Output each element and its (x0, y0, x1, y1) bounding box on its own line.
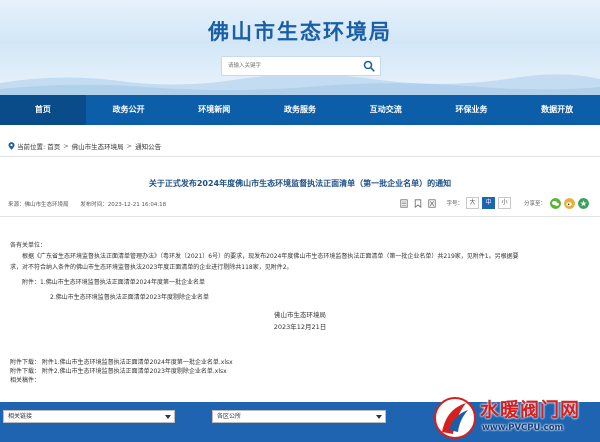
attachment-download-1[interactable]: 附件下载： 附件1.佛山市生态环境监督执法正面清单2024年度第一批企业名单.x… (10, 358, 233, 367)
watermark-logo-icon (434, 397, 476, 439)
related-links-select-value: 相关链接 (8, 413, 33, 420)
attachment-download-2[interactable]: 附件下载： 附件2.佛山市生态环境监督执法正面清单2023年度剔除企业名单.xl… (10, 367, 233, 376)
signature-organization: 佛山市生态环境局 (274, 311, 326, 319)
meta-divider (0, 216, 600, 217)
font-size-large-button[interactable]: 大 (465, 197, 479, 209)
search-input[interactable] (228, 57, 358, 75)
search-icon[interactable] (363, 60, 375, 72)
article-tools: 字号： 大 中 小 分享至： (400, 197, 592, 209)
article-greeting: 各有关单位： (10, 242, 47, 249)
site-title: 佛山市生态环境局 (208, 20, 392, 44)
article-title: 关于正式发布2024年度佛山市生态环境监督执法正面清单（第一批企业名单）的通知 (148, 179, 452, 188)
breadcrumb-prefix: 当前位置: (17, 143, 46, 151)
location-pin-icon (8, 142, 15, 150)
breadcrumb-bureau[interactable]: 佛山市生态环境局 (72, 141, 124, 151)
article-attachment-list-2: 2.佛山市生态环境监督执法正面清单2023年度剔除企业名单 (50, 294, 209, 301)
font-size-small-button[interactable]: 小 (497, 197, 511, 209)
chevron-down-icon (376, 415, 382, 419)
search-box (221, 56, 381, 76)
breadcrumb-home[interactable]: 首页 (47, 141, 60, 151)
print-icon[interactable] (400, 198, 409, 208)
nav-item-interaction[interactable]: 互动交流 (343, 95, 429, 125)
breadcrumb-separator: > (63, 142, 69, 150)
article-attachment-list-1: 附件：1.佛山市生态环境监督执法正面清单2024年度第一批企业名单 (22, 279, 205, 286)
article-paragraph-line-2: 求，对不符合纳入条件的佛山市生态环境监督执法2023年度正面清单的企业进行剔除共… (10, 264, 293, 271)
nav-item-home[interactable]: 首页 (0, 95, 86, 125)
district-offices-select[interactable]: 各区公所 (212, 410, 386, 423)
signature-date: 2023年12月21日 (273, 323, 327, 331)
main-nav: 首页 政务公开 环境新闻 政务服务 互动交流 环保业务 数据开放 (0, 95, 600, 125)
nav-item-environmental-business[interactable]: 环保业务 (429, 95, 515, 125)
breadcrumb-divider (0, 156, 600, 157)
article-publish-time: 发布时间：2023-12-21 16:04:18 (80, 202, 167, 208)
watermark-url: www.PVCPU.com (482, 423, 564, 433)
related-links-select[interactable]: 相关链接 (3, 410, 175, 423)
article-body: 各有关单位： 根据《广东省生态环境监督执法正面清单管理办法》（粤环发〔2021〕… (10, 240, 592, 303)
watermark-text: 水暖阀门网 (480, 399, 581, 421)
breadcrumb: 当前位置: 首页 > 佛山市生态环境局 > 通知公告 (8, 141, 161, 151)
font-size-medium-button[interactable]: 中 (481, 197, 495, 209)
share-label: 分享至： (523, 201, 546, 207)
nav-item-government-services[interactable]: 政务服务 (257, 95, 343, 125)
nav-item-open-data[interactable]: 数据开放 (514, 95, 600, 125)
weibo-share-icon[interactable] (564, 197, 575, 209)
breadcrumb-notices[interactable]: 通知公告 (135, 141, 161, 151)
nav-item-government-affairs[interactable]: 政务公开 (86, 95, 172, 125)
attachment-downloads: 附件下载： 附件1.佛山市生态环境监督执法正面清单2024年度第一批企业名单.x… (10, 358, 233, 385)
article-source: 来源：佛山市生态环境局 (8, 202, 69, 208)
article-paragraph-line-1: 根据《广东省生态环境监督执法正面清单管理办法》（粤环发〔2021〕6号）的要求，… (22, 253, 519, 260)
article-meta: 来源：佛山市生态环境局 发布时间：2023-12-21 16:04:18 (8, 200, 176, 208)
bookmark-icon[interactable] (414, 198, 422, 208)
font-size-label: 字号： (446, 201, 463, 207)
site-watermark: 水暖阀门网 www.PVCPU.com (432, 394, 600, 442)
site-header: 佛山市生态环境局 (0, 0, 600, 95)
wechat-share-icon[interactable] (550, 197, 561, 209)
chevron-down-icon (165, 415, 171, 419)
related-articles-label: 相关稿件： (10, 377, 41, 384)
qzone-share-icon[interactable] (578, 197, 589, 209)
district-offices-select-value: 各区公所 (217, 413, 242, 420)
nav-item-environment-news[interactable]: 环境新闻 (171, 95, 257, 125)
breadcrumb-separator: > (126, 142, 133, 150)
close-page-icon[interactable] (428, 198, 437, 208)
